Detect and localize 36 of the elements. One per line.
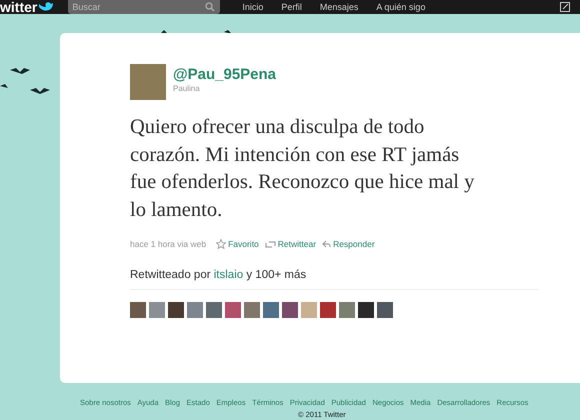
retweeter-avatar[interactable] [244, 302, 260, 318]
retweeter-avatar[interactable] [206, 302, 222, 318]
retweeter-avatar[interactable] [320, 302, 336, 318]
retweeter-avatar[interactable] [301, 302, 317, 318]
retweeter-avatar[interactable] [282, 302, 298, 318]
retweeter-avatar[interactable] [339, 302, 355, 318]
star-icon [216, 239, 226, 249]
bird-logo-icon [38, 1, 54, 13]
reply-icon [322, 240, 332, 248]
retweeter-avatar[interactable] [263, 302, 279, 318]
nav-link[interactable]: Perfil [281, 2, 302, 12]
retweeter-avatar[interactable] [130, 302, 146, 318]
search-field[interactable]: Buscar [68, 0, 220, 14]
reply-action-link[interactable]: Responder [322, 239, 375, 249]
logo[interactable]: witter [0, 0, 38, 14]
retweeter-avatar[interactable] [377, 302, 393, 318]
nav-link[interactable]: A quién sigo [376, 2, 426, 12]
retweeter-avatar[interactable] [168, 302, 184, 318]
retweet-icon [264, 240, 276, 248]
retweeter-link[interactable]: itslaio [214, 269, 244, 281]
retweeter-avatar[interactable] [187, 302, 203, 318]
nav-link[interactable]: Inicio [242, 2, 264, 12]
avatar-photo-placeholder [130, 64, 166, 100]
username-link[interactable]: @Pau_95Pena [173, 66, 276, 83]
search-icon [205, 2, 216, 12]
retweeter-avatar[interactable] [358, 302, 374, 318]
timestamp: hace 1 hora via web [130, 239, 206, 249]
nav-link[interactable]: Mensajes [320, 2, 358, 12]
tweet-text: Quiero ofrecer una disculpa de todo corazón. Mi intención con ese RT jamás fue ofenderlos. Reconozco que hice mal y lo lamento. [130, 115, 476, 222]
retweeter-avatar[interactable] [149, 302, 165, 318]
retweet-action-link[interactable]: Retwittear [264, 239, 316, 249]
favorite-action-link[interactable]: Favorito [216, 239, 259, 249]
display-name: Paulina [173, 84, 201, 93]
compose-icon[interactable] [560, 2, 570, 12]
retweeted-by-text: Retwitteado por itslaio y 100+ más [130, 269, 308, 281]
retweeter-avatar[interactable] [225, 302, 241, 318]
